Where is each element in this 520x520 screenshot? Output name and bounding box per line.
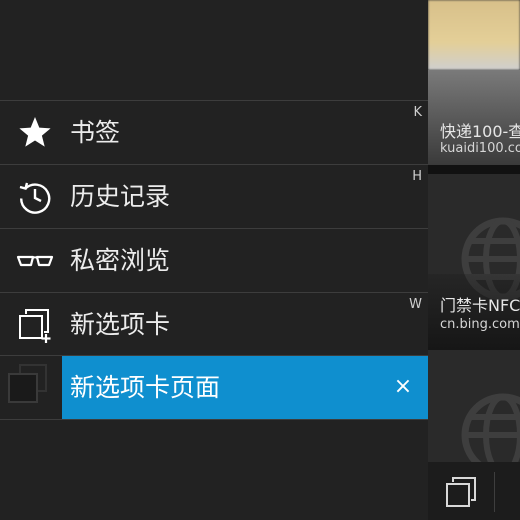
ghost-tab-icon <box>8 364 47 403</box>
star-icon <box>19 117 51 147</box>
menu-item-history[interactable]: 历史记录 H <box>0 164 428 227</box>
menu-item-label: 私密浏览 <box>70 246 171 275</box>
tab-card-bing[interactable]: 门禁卡NFC cn.bing.com <box>428 174 520 350</box>
tab-thumbnail <box>428 0 520 70</box>
shortcut-key: W <box>409 297 422 312</box>
tab-url: kuaidi100.com <box>440 141 520 156</box>
shortcut-key: K <box>413 105 422 120</box>
menu-item-bookmarks[interactable]: 书签 K <box>0 100 428 163</box>
new-tab-page-label: 新选项卡页面 <box>70 373 221 402</box>
tab-url: cn.bing.com <box>440 317 520 332</box>
menu-item-label: 历史记录 <box>70 182 171 211</box>
tabs-panel: 快递100-查 kuaidi100.com 门禁卡NFC cn.bing.com <box>428 0 520 520</box>
browser-menu: 书签 K 历史记录 H 私密浏览 新选项卡 W 新选项卡页面 × <box>0 0 428 520</box>
menu-item-label: 书签 <box>70 118 121 147</box>
globe-icon <box>461 393 520 462</box>
divider <box>0 419 428 420</box>
tab-card-kuaidi[interactable]: 快递100-查 kuaidi100.com <box>428 0 520 165</box>
tab-card-blank[interactable] <box>428 350 520 462</box>
new-tab-page-field[interactable]: 新选项卡页面 × <box>62 356 428 419</box>
new-tab-icon <box>19 309 51 343</box>
menu-item-label: 新选项卡 <box>70 310 171 339</box>
menu-item-private-browsing[interactable]: 私密浏览 <box>0 228 428 291</box>
shortcut-key: H <box>412 169 422 184</box>
glasses-icon <box>16 255 54 267</box>
menu-item-new-tab[interactable]: 新选项卡 W <box>0 292 428 355</box>
tab-title: 快递100-查 <box>440 122 520 141</box>
divider <box>494 472 495 512</box>
tabs-icon[interactable] <box>444 475 478 509</box>
close-icon[interactable]: × <box>392 373 414 401</box>
history-icon <box>19 182 51 214</box>
tab-title: 门禁卡NFC <box>440 296 520 315</box>
